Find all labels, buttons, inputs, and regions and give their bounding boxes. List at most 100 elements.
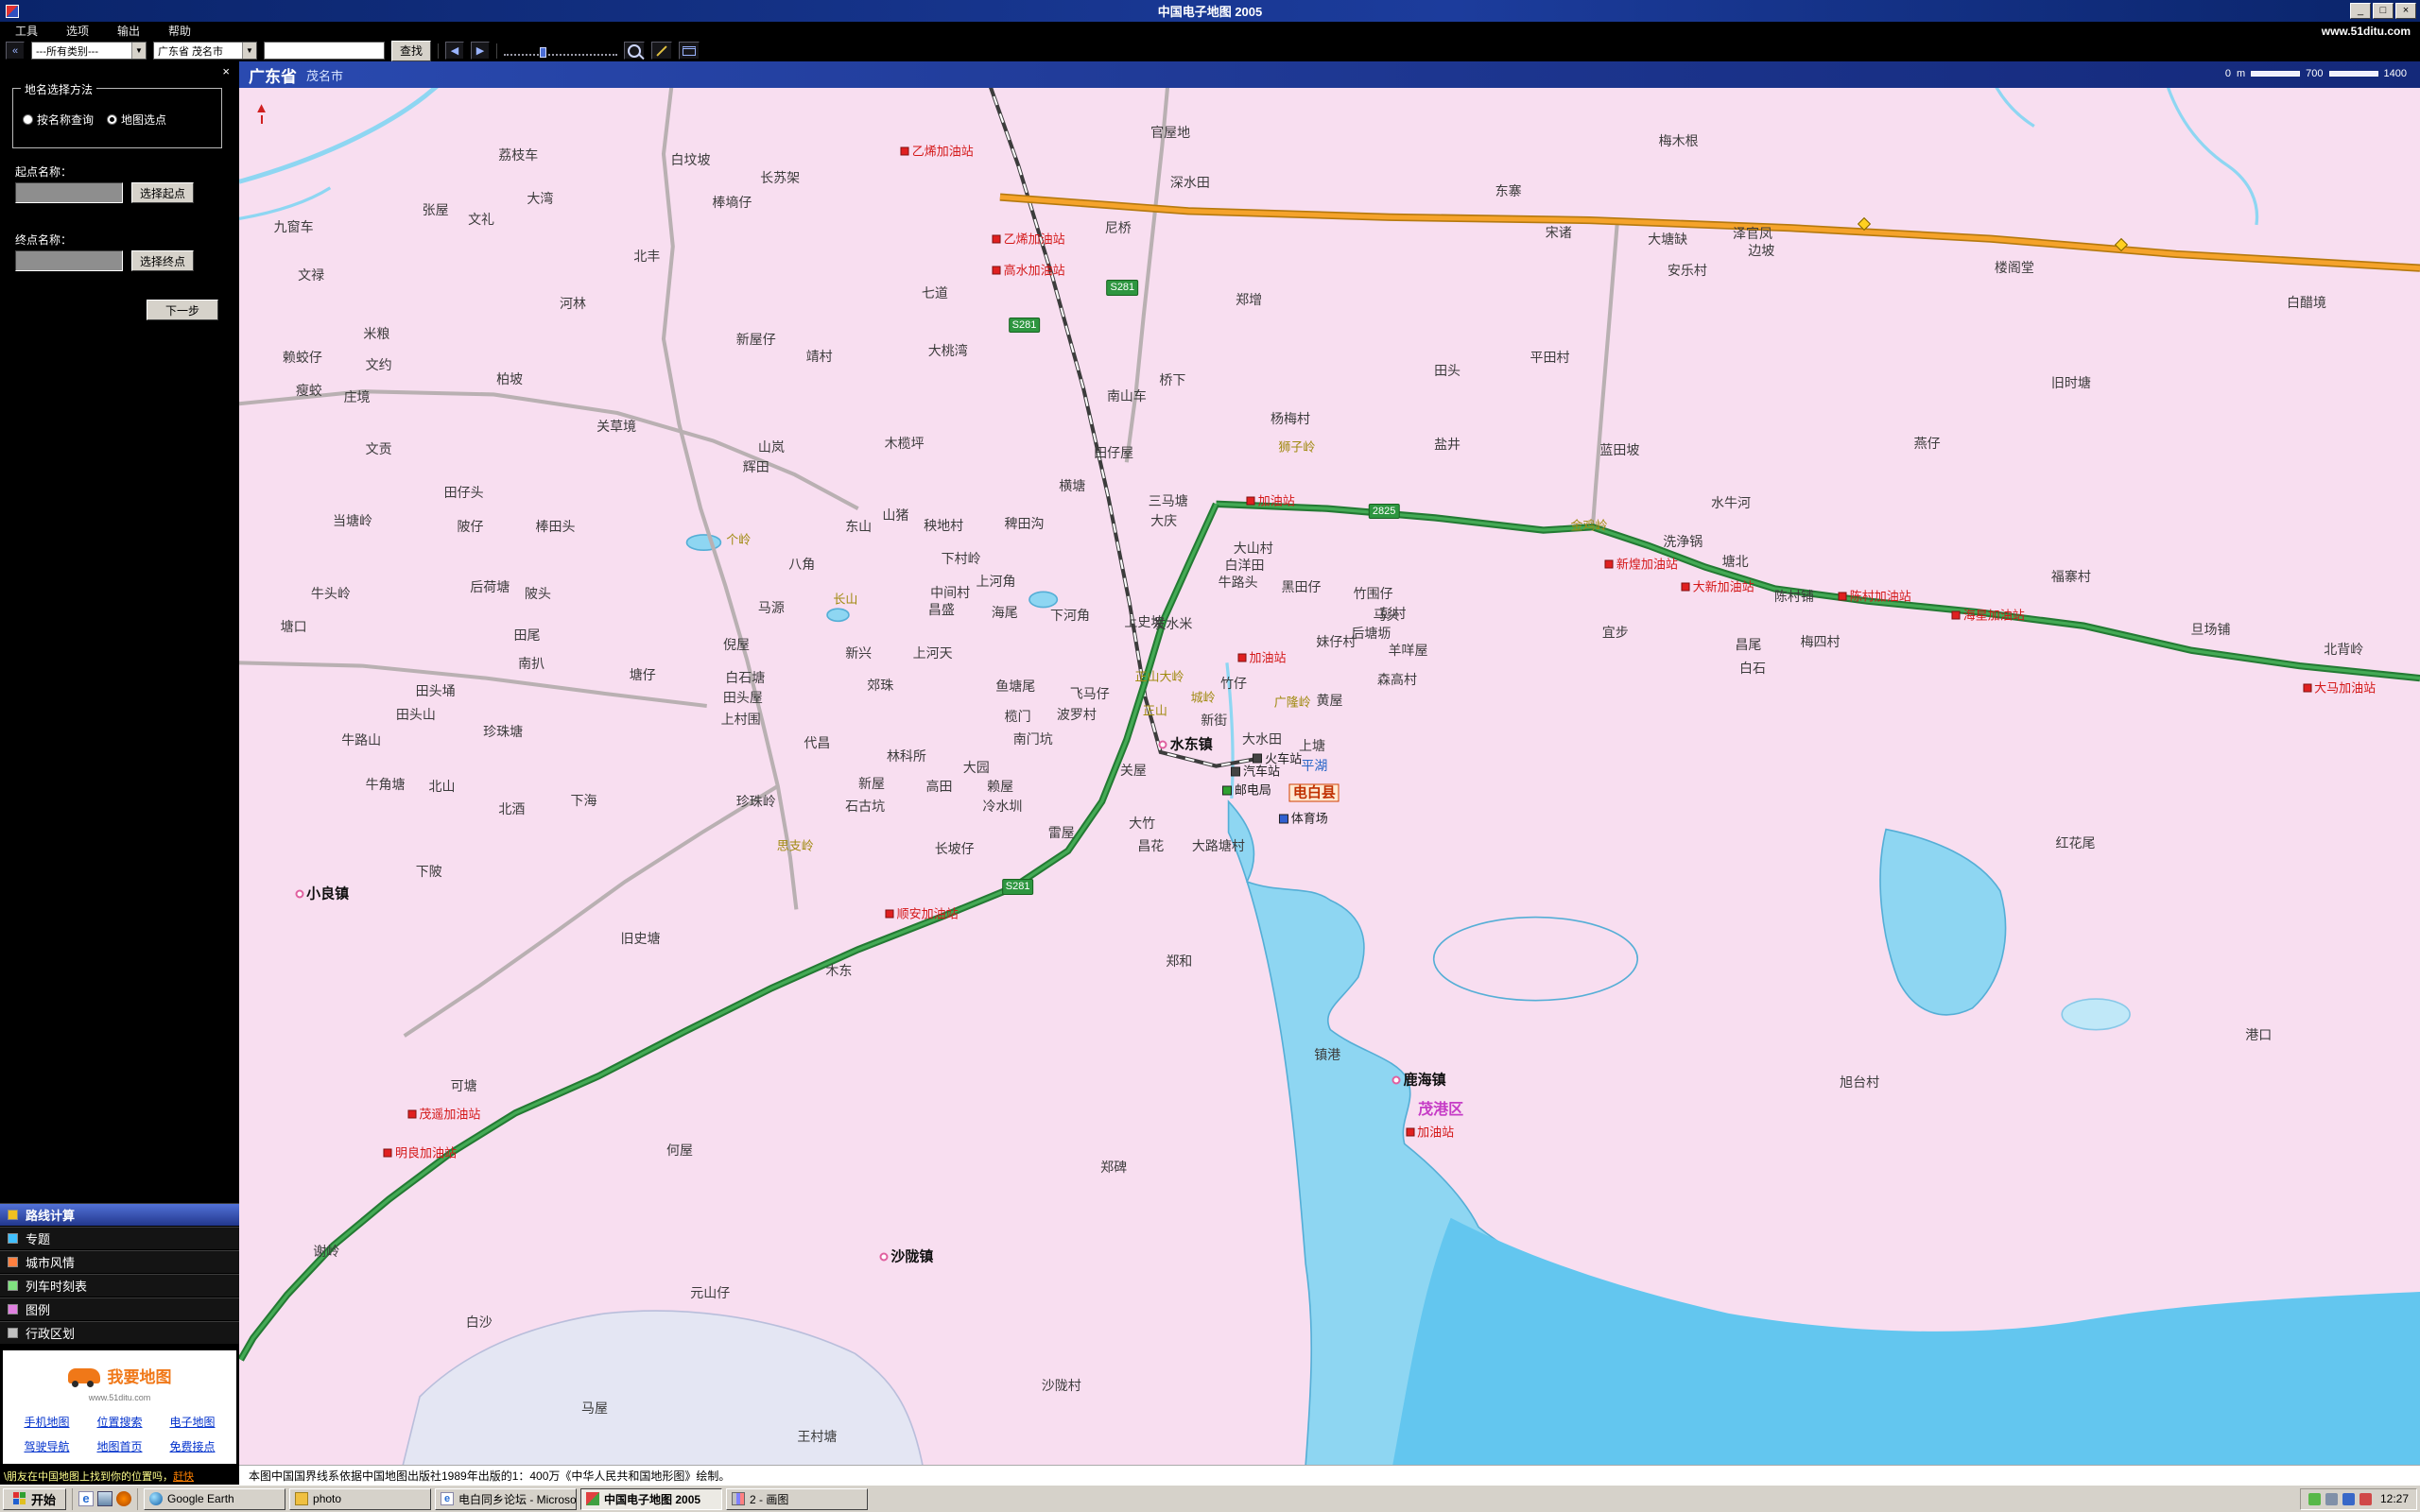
chevron-down-icon[interactable]: ▼ [242, 43, 256, 59]
map-label: 瘦蛟 [296, 384, 322, 397]
category-dropdown[interactable]: ---所有类别--- ▼ [31, 42, 147, 60]
zoom-slider-thumb[interactable] [540, 47, 546, 58]
prev-page-icon[interactable]: ◀ [445, 42, 464, 60]
map-label-text: 镇港 [1314, 1048, 1340, 1061]
end-name-input[interactable] [15, 250, 123, 271]
region-dropdown[interactable]: 广东省 茂名市 ▼ [153, 42, 257, 60]
network-icon[interactable] [2342, 1493, 2355, 1505]
zoom-slider[interactable] [504, 46, 617, 56]
map-label-text: 杨梅村 [1270, 412, 1310, 425]
map-label-text: 高田 [926, 780, 953, 793]
promo-link[interactable]: 电子地图 [156, 1414, 229, 1430]
taskbar-task[interactable]: Google Earth [144, 1488, 285, 1510]
sidebar-item-专题[interactable]: 专题 [0, 1227, 239, 1250]
map-label-text: 木榄坪 [885, 437, 925, 450]
volume-icon[interactable] [2325, 1493, 2338, 1505]
map-label: 大园 [963, 761, 990, 774]
folder-icon [295, 1492, 308, 1505]
map-label-text: 蓝田坡 [1599, 443, 1639, 456]
promo-link[interactable]: 手机地图 [10, 1414, 83, 1430]
north-arrow-icon: ▲ [254, 101, 268, 124]
measure-pen-icon[interactable] [651, 42, 672, 60]
promo-link[interactable]: 驾驶导航 [10, 1438, 83, 1454]
map-label-text: 水东镇 [1170, 737, 1213, 751]
promo-link[interactable]: 地图首页 [83, 1438, 156, 1454]
map-label: 庄境 [344, 390, 371, 404]
choose-start-button[interactable]: 选择起点 [131, 182, 194, 203]
map-label-text: 梅木根 [1659, 134, 1699, 147]
find-button[interactable]: 查找 [391, 41, 431, 61]
search-input[interactable] [264, 42, 385, 60]
chevron-down-icon[interactable]: ▼ [131, 43, 146, 59]
radio-map-pick[interactable]: 地图选点 [107, 112, 166, 128]
map-label: 下陂 [416, 865, 442, 878]
radio-icon[interactable] [23, 114, 33, 125]
map-label-layer: 荔枝车白坟坡乙烯加油站官屋地梅木根长苏架棒墒仔深水田东寨大湾张屋文礼尼桥乙烯加油… [239, 61, 2420, 1485]
district-icon [8, 1328, 18, 1338]
map-label: 下海 [571, 794, 597, 807]
map-label-text: 赖屋 [987, 780, 1013, 793]
map-label: 羊咩屋 [1389, 644, 1428, 657]
sidebar-item-列车时刻表[interactable]: 列车时刻表 [0, 1274, 239, 1297]
map-label: 安乐村 [1668, 264, 1707, 277]
map-label: 陂仔 [458, 520, 484, 533]
sidebar-item-城市风情[interactable]: 城市风情 [0, 1250, 239, 1274]
map-label: 大路塘村 [1192, 839, 1245, 852]
map-label: 郑碑 [1100, 1160, 1127, 1174]
sidebar-close-icon[interactable]: × [222, 64, 230, 78]
radio-by-name[interactable]: 按名称查询 [23, 112, 94, 128]
map-label: 森高村 [1377, 673, 1417, 686]
menu-item[interactable]: 工具 [15, 23, 38, 39]
map-label-text: 可塘 [451, 1079, 477, 1092]
ie-quicklaunch-icon[interactable]: e [78, 1491, 94, 1506]
start-name-input[interactable] [15, 182, 123, 203]
sidebar-item-图例[interactable]: 图例 [0, 1297, 239, 1321]
method-group-title: 地名选择方法 [21, 81, 96, 97]
promo-link[interactable]: 位置搜索 [83, 1414, 156, 1430]
map-label: 昌盛 [928, 603, 955, 616]
close-button[interactable]: × [2395, 3, 2416, 19]
sidebar-item-路线计算[interactable]: 路线计算 [0, 1203, 239, 1227]
input-method-icon[interactable] [2360, 1493, 2372, 1505]
site-link[interactable]: www.51ditu.com [2322, 25, 2411, 38]
scale-unit: m [2237, 68, 2245, 79]
desktop-quicklaunch-icon[interactable] [97, 1491, 112, 1506]
start-button[interactable]: 开始 [3, 1488, 66, 1510]
map-label-text: 中间村 [930, 586, 970, 599]
layers-icon[interactable] [679, 42, 700, 60]
minimize-button[interactable]: _ [2350, 3, 2371, 19]
antivirus-icon[interactable] [2308, 1493, 2321, 1505]
zoom-magnifier-icon[interactable] [624, 42, 645, 60]
maximize-button[interactable]: □ [2373, 3, 2394, 19]
map-label-text: 白洋田 [1225, 558, 1265, 572]
next-step-button[interactable]: 下一步 [147, 300, 218, 320]
menu-item[interactable]: 帮助 [168, 23, 191, 39]
town-icon [295, 890, 303, 899]
map-label-text: 洗浄锅 [1663, 535, 1703, 548]
next-page-icon[interactable]: ▶ [471, 42, 490, 60]
logo-text: 我要地图 [108, 1364, 172, 1387]
taskbar-task[interactable]: 中国电子地图 2005 [580, 1488, 722, 1510]
map-label: 北背岭 [2324, 643, 2363, 656]
radio-icon[interactable] [107, 114, 117, 125]
method-groupbox: 地名选择方法 按名称查询 地图选点 [12, 88, 222, 148]
map-label-text: 山猪 [882, 508, 908, 522]
sidebar-item-行政区划[interactable]: 行政区划 [0, 1321, 239, 1345]
back-icon[interactable]: « [6, 42, 25, 60]
promo-link[interactable]: 免费接点 [156, 1438, 229, 1454]
map-label: 辉田 [743, 460, 769, 473]
map-label-text: 白沙 [466, 1315, 493, 1329]
map-label-text: 辉田 [743, 460, 769, 473]
taskbar-task[interactable]: 2 - 画图 [726, 1488, 868, 1510]
media-quicklaunch-icon[interactable] [116, 1491, 131, 1506]
choose-end-button[interactable]: 选择终点 [131, 250, 194, 271]
menu-item[interactable]: 选项 [66, 23, 89, 39]
map-label-text: 榄门 [1005, 710, 1031, 723]
map-canvas[interactable]: ▲ 荔枝车白坟坡乙烯加油站官屋地梅木根长苏架棒墒仔深水田东寨大湾张屋文礼尼桥乙烯… [239, 61, 2420, 1485]
map-label: 白醋境 [2287, 296, 2326, 309]
notice-link[interactable]: 赶快 [173, 1471, 194, 1483]
menu-item[interactable]: 输出 [117, 23, 140, 39]
task-label: 2 - 画图 [750, 1491, 788, 1507]
taskbar-task[interactable]: 电白同乡论坛 - Microso... [435, 1488, 577, 1510]
taskbar-task[interactable]: photo [289, 1488, 431, 1510]
